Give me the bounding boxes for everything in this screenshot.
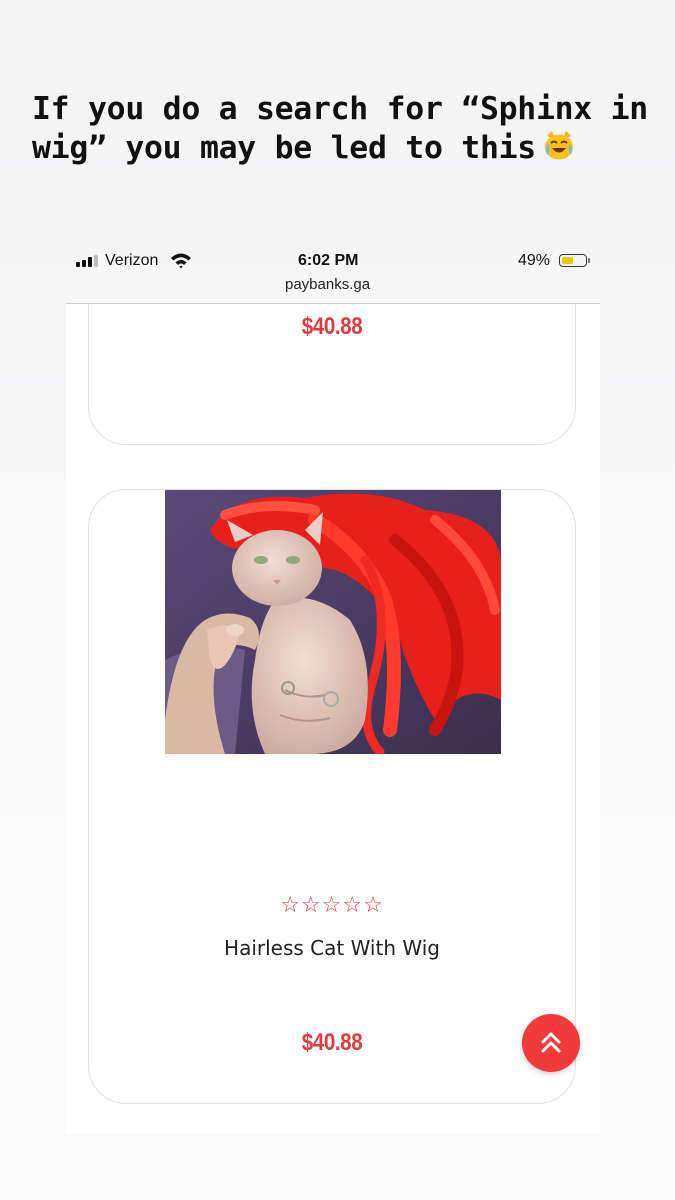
product-card[interactable]: $40.88: [88, 304, 576, 445]
scroll-to-top-button[interactable]: [522, 1014, 580, 1072]
battery-level-fill: [562, 257, 573, 264]
story-caption: If you do a search for “Sphinx in wig” y…: [32, 90, 662, 168]
wifi-icon: [170, 252, 192, 274]
status-bar: Verizon 6:02 PM paybanks.ga 49%: [66, 248, 600, 304]
hairless-cat-with-red-wig-photo: [165, 490, 501, 754]
product-price: $40.88: [301, 1029, 363, 1056]
product-card[interactable]: ☆☆☆☆☆ Hairless Cat With Wig $40.88: [88, 489, 576, 1104]
web-page: $40.88 ☆☆☆☆☆ Hairless Cat With Wig $40.8…: [66, 304, 600, 1134]
cat-face-with-tears-of-joy-icon: [542, 130, 576, 162]
battery-percentage: 49%: [518, 252, 551, 269]
battery-icon: [559, 254, 587, 267]
double-chevron-up-icon: [541, 1032, 561, 1053]
address-bar-url[interactable]: paybanks.ga: [285, 276, 370, 293]
carrier-name: Verizon: [105, 252, 159, 269]
cellular-signal-icon: [76, 255, 98, 267]
clock-time: 6:02 PM: [298, 252, 359, 269]
battery-tip: [588, 258, 590, 263]
product-image[interactable]: [165, 490, 501, 754]
product-title[interactable]: Hairless Cat With Wig: [89, 936, 575, 960]
rating-stars: ☆☆☆☆☆: [280, 893, 384, 918]
product-price: $40.88: [301, 313, 363, 340]
